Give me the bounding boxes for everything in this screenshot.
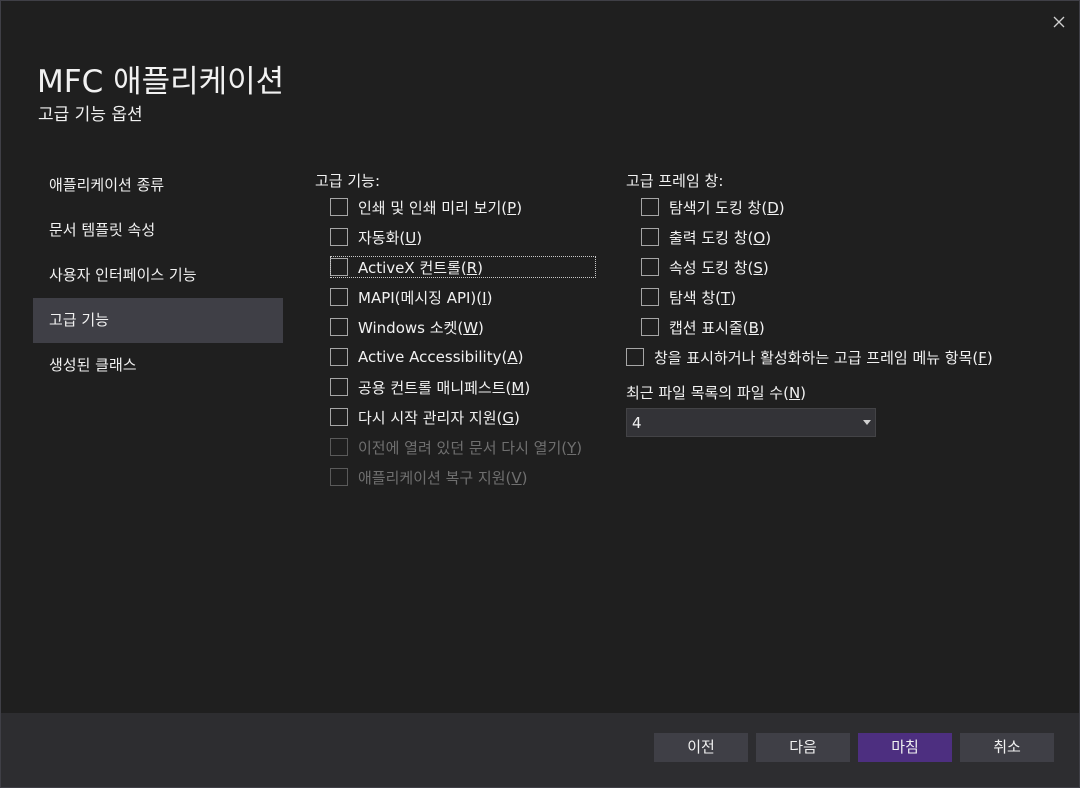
checkbox-application-recovery: 애플리케이션 복구 지원(V) (330, 462, 528, 492)
chevron-down-icon (863, 420, 871, 425)
dialog-footer: 이전 다음 마침 취소 (1, 713, 1079, 787)
dialog-frame (0, 0, 1080, 788)
checkbox-box (330, 438, 348, 456)
close-button[interactable] (1047, 10, 1071, 34)
checkbox-box[interactable] (330, 258, 348, 276)
previous-button[interactable]: 이전 (654, 733, 748, 762)
nav-item-user-interface[interactable]: 사용자 인터페이스 기능 (33, 253, 283, 298)
checkbox-reopen-documents: 이전에 열려 있던 문서 다시 열기(Y) (330, 432, 582, 462)
nav-item-application-type[interactable]: 애플리케이션 종류 (33, 163, 283, 208)
checkbox-output-docking-pane[interactable]: 출력 도킹 창(O) (641, 222, 771, 252)
checkbox-common-control-manifest[interactable]: 공용 컨트롤 매니페스트(M) (330, 372, 530, 402)
checkbox-label: Active Accessibility(A) (358, 348, 524, 366)
checkbox-label: 다시 시작 관리자 지원(G) (358, 408, 520, 427)
checkbox-box[interactable] (641, 198, 659, 216)
checkbox-label: 속성 도킹 창(S) (669, 258, 769, 277)
checkbox-label: MAPI(메시징 API)(I) (358, 288, 493, 307)
finish-button[interactable]: 마침 (858, 733, 952, 762)
checkbox-label: 탐색 창(T) (669, 288, 737, 307)
checkbox-box[interactable] (641, 258, 659, 276)
checkbox-explorer-docking-pane[interactable]: 탐색기 도킹 창(D) (641, 192, 785, 222)
frame-panes-label: 고급 프레임 창: (626, 172, 724, 190)
checkbox-label: 창을 표시하거나 활성화하는 고급 프레임 메뉴 항목(F) (654, 348, 993, 367)
checkbox-box[interactable] (641, 318, 659, 336)
checkbox-frame-menu-items[interactable]: 창을 표시하거나 활성화하는 고급 프레임 메뉴 항목(F) (626, 342, 993, 372)
checkbox-navigation-pane[interactable]: 탐색 창(T) (641, 282, 736, 312)
checkbox-automation[interactable]: 자동화(U) (330, 222, 422, 252)
checkbox-print-preview[interactable]: 인쇄 및 인쇄 미리 보기(P) (330, 192, 522, 222)
checkbox-label: 이전에 열려 있던 문서 다시 열기(Y) (358, 438, 583, 457)
checkbox-active-accessibility[interactable]: Active Accessibility(A) (330, 342, 523, 372)
checkbox-label: 애플리케이션 복구 지원(V) (358, 468, 528, 487)
mru-count-select[interactable]: 4 (626, 408, 876, 437)
checkbox-box[interactable] (330, 228, 348, 246)
checkbox-windows-sockets[interactable]: Windows 소켓(W) (330, 312, 484, 342)
checkbox-properties-docking-pane[interactable]: 속성 도킹 창(S) (641, 252, 769, 282)
checkbox-box[interactable] (330, 408, 348, 426)
checkbox-label: 탐색기 도킹 창(D) (669, 198, 785, 217)
close-icon (1053, 16, 1065, 28)
checkbox-box[interactable] (330, 288, 348, 306)
checkbox-box (330, 468, 348, 486)
checkbox-box[interactable] (330, 378, 348, 396)
next-button[interactable]: 다음 (756, 733, 850, 762)
checkbox-label: ActiveX 컨트롤(R) (358, 258, 483, 277)
checkbox-mapi[interactable]: MAPI(메시징 API)(I) (330, 282, 492, 312)
advanced-features-label: 고급 기능: (315, 172, 381, 190)
nav-item-document-template[interactable]: 문서 템플릿 속성 (33, 208, 283, 253)
mru-count-label: 최근 파일 목록의 파일 수(N) (626, 384, 807, 402)
wizard-nav: 애플리케이션 종류 문서 템플릿 속성 사용자 인터페이스 기능 고급 기능 생… (33, 163, 283, 388)
checkbox-label: Windows 소켓(W) (358, 318, 484, 337)
checkbox-box[interactable] (641, 288, 659, 306)
checkbox-label: 공용 컨트롤 매니페스트(M) (358, 378, 531, 397)
nav-item-advanced-features[interactable]: 고급 기능 (33, 298, 283, 343)
checkbox-label: 캡션 표시줄(B) (669, 318, 765, 337)
checkbox-label: 인쇄 및 인쇄 미리 보기(P) (358, 198, 523, 217)
checkbox-restart-manager[interactable]: 다시 시작 관리자 지원(G) (330, 402, 520, 432)
checkbox-label: 자동화(U) (358, 228, 423, 247)
checkbox-label: 출력 도킹 창(O) (669, 228, 772, 247)
dialog-subtitle: 고급 기능 옵션 (38, 105, 143, 125)
checkbox-box[interactable] (330, 318, 348, 336)
checkbox-box[interactable] (330, 198, 348, 216)
mru-count-value: 4 (632, 414, 642, 432)
checkbox-box[interactable] (330, 348, 348, 366)
nav-item-generated-classes[interactable]: 생성된 클래스 (33, 343, 283, 388)
checkbox-box[interactable] (626, 348, 644, 366)
dialog-title: MFC 애플리케이션 (37, 64, 285, 100)
checkbox-activex-controls[interactable]: ActiveX 컨트롤(R) (330, 252, 596, 282)
checkbox-caption-bar[interactable]: 캡션 표시줄(B) (641, 312, 765, 342)
cancel-button[interactable]: 취소 (960, 733, 1054, 762)
checkbox-box[interactable] (641, 228, 659, 246)
